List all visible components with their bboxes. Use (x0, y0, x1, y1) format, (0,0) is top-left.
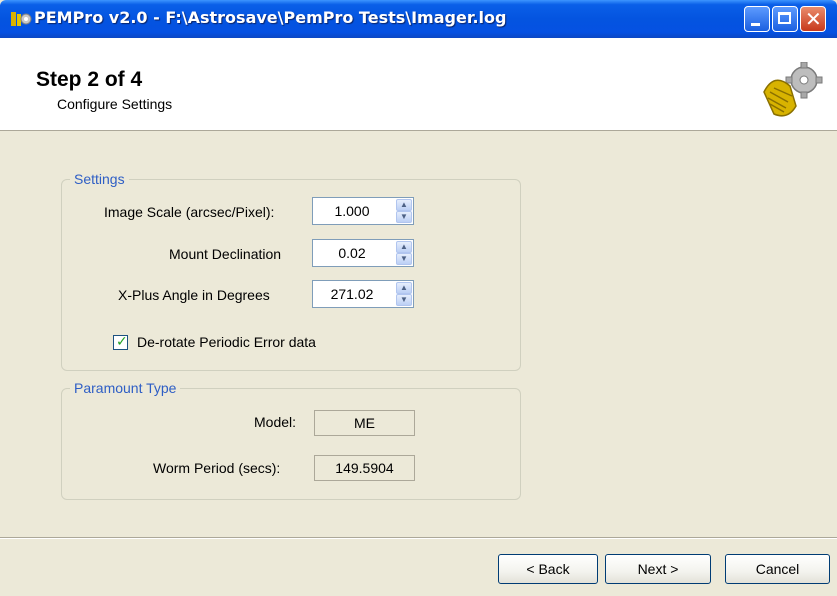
maximize-icon (778, 12, 791, 24)
close-button[interactable]: ✕ (800, 6, 826, 32)
step-title: Step 2 of 4 (36, 68, 143, 91)
app-icon (11, 12, 32, 26)
spin-up-icon[interactable]: ▲ (396, 199, 412, 211)
worm-period-label: Worm Period (secs): (153, 460, 281, 476)
image-scale-spinner[interactable]: 1.000 ▲ ▼ (312, 197, 414, 225)
derotate-checkbox[interactable]: ✓ (113, 333, 128, 350)
back-button[interactable]: < Back (498, 554, 598, 584)
mount-declination-spinner[interactable]: 0.02 ▲ ▼ (312, 239, 414, 267)
image-scale-spin-buttons: ▲ ▼ (396, 199, 412, 223)
derotate-label[interactable]: De-rotate Periodic Error data (137, 334, 316, 350)
spin-down-icon[interactable]: ▼ (396, 211, 412, 223)
footer-divider-highlight (0, 538, 837, 539)
mount-declination-label: Mount Declination (169, 246, 282, 262)
xplus-angle-spinner[interactable]: 271.02 ▲ ▼ (312, 280, 414, 308)
minimize-icon (751, 23, 760, 26)
paramount-group: Paramount Type (61, 380, 521, 500)
title-bar[interactable]: PEMPro v2.0 - F:\Astrosave\PemPro Tests\… (0, 0, 837, 38)
close-icon: ✕ (805, 7, 822, 31)
cancel-button[interactable]: Cancel (725, 554, 830, 584)
settings-legend: Settings (70, 171, 129, 187)
worm-period-value: 149.5904 (314, 455, 415, 481)
wizard-header: Step 2 of 4 Configure Settings (0, 38, 837, 131)
step-subtitle: Configure Settings (57, 96, 173, 112)
mount-declination-value[interactable]: 0.02 (313, 245, 391, 261)
checkmark-icon: ✓ (116, 333, 128, 349)
paramount-legend: Paramount Type (70, 380, 181, 396)
spin-up-icon[interactable]: ▲ (396, 241, 412, 253)
mount-declination-spin-buttons: ▲ ▼ (396, 241, 412, 265)
gears-logo-icon (763, 62, 823, 117)
image-scale-label: Image Scale (arcsec/Pixel): (104, 204, 275, 220)
xplus-angle-spin-buttons: ▲ ▼ (396, 282, 412, 306)
next-button[interactable]: Next > (605, 554, 711, 584)
wizard-window: PEMPro v2.0 - F:\Astrosave\PemPro Tests\… (0, 0, 837, 596)
spin-up-icon[interactable]: ▲ (396, 282, 412, 294)
spin-down-icon[interactable]: ▼ (396, 253, 412, 265)
model-value: ME (314, 410, 415, 436)
window-title: PEMPro v2.0 - F:\Astrosave\PemPro Tests\… (34, 8, 507, 27)
spin-down-icon[interactable]: ▼ (396, 294, 412, 306)
xplus-angle-label: X-Plus Angle in Degrees (118, 287, 270, 303)
image-scale-value[interactable]: 1.000 (313, 203, 391, 219)
maximize-button[interactable] (772, 6, 798, 32)
model-label: Model: (254, 414, 297, 430)
xplus-angle-value[interactable]: 271.02 (313, 286, 391, 302)
minimize-button[interactable] (744, 6, 770, 32)
